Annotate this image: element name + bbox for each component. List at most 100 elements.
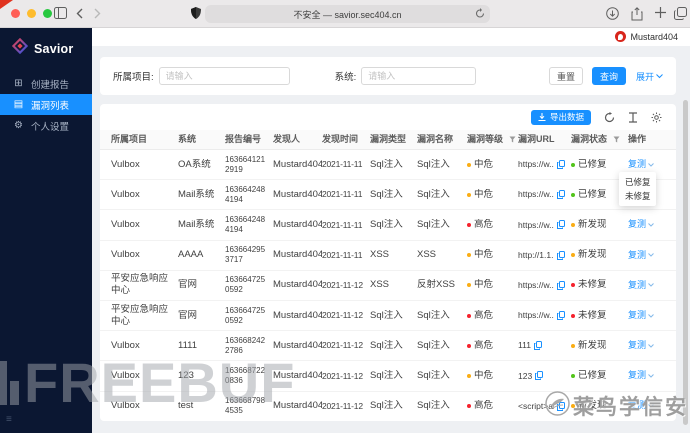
retest-link[interactable]: 复测: [628, 280, 662, 291]
copy-icon[interactable]: [557, 311, 565, 321]
retest-link[interactable]: 复测: [628, 159, 662, 170]
cell-finder: Mustard404: [273, 158, 322, 170]
level-dot: [467, 373, 471, 378]
expand-filters-link[interactable]: 展开: [636, 70, 663, 83]
cell-system: OA系统: [178, 158, 211, 170]
retest-dropdown-menu: 已修复 未修复: [619, 172, 656, 206]
sidebar-item-personal-settings[interactable]: ⚙ 个人设置: [0, 115, 92, 136]
copy-icon[interactable]: [557, 250, 565, 260]
cell-project: Vulbox: [111, 158, 140, 170]
dropdown-item-unfixed[interactable]: 未修复: [619, 189, 656, 203]
table-row: Vulbox OA系统 1636641212919 Mustard404 202…: [100, 150, 676, 181]
cell-type: XSS: [370, 249, 390, 261]
cell-level: 高危: [467, 310, 518, 322]
status-dot: [571, 373, 575, 378]
brand-name: Savior: [34, 41, 74, 56]
tab-overview-icon[interactable]: [674, 7, 687, 20]
copy-icon[interactable]: [535, 371, 544, 381]
sidebar-item-label: 创建报告: [31, 79, 70, 91]
chevron-down-icon: [648, 404, 654, 408]
filter-bar: 所属项目: 系统: 重置 查询 展开: [100, 57, 676, 95]
user-menu[interactable]: Mustard404: [615, 31, 678, 42]
chevron-down-icon: [648, 283, 654, 288]
cell-system: Mail系统: [178, 188, 215, 200]
screen: 不安全 — savior.sec404.cn Savior ⊞ 创建报告 ▤ 漏…: [0, 0, 690, 433]
table-row: 平安应急响应中心 官网 1636647250592 Mustard404 202…: [100, 301, 676, 332]
cell-project: Vulbox: [111, 369, 140, 381]
query-button[interactable]: 查询: [591, 67, 626, 85]
cell-url: https://w...: [518, 159, 571, 170]
share-icon[interactable]: [631, 7, 643, 21]
cell-name: Sql注入: [417, 309, 450, 321]
table-row: Vulbox test 1636687984535 Mustard404 202…: [100, 392, 676, 421]
density-icon[interactable]: [628, 111, 638, 123]
cell-found-time: 2021-11-12: [322, 280, 363, 291]
refresh-icon[interactable]: [604, 111, 615, 123]
cell-project: 平安应急响应中心: [111, 273, 169, 297]
address-bar[interactable]: 不安全 — savior.sec404.cn: [205, 5, 490, 23]
retest-link[interactable]: 复测: [628, 219, 662, 230]
cell-report-no: 1636642484194: [225, 184, 266, 204]
retest-link[interactable]: 复测: [628, 340, 662, 351]
cell-action: 复测: [628, 400, 668, 411]
retest-link[interactable]: 复测: [628, 370, 662, 381]
forward-button[interactable]: [94, 8, 101, 19]
cell-project: Vulbox: [111, 249, 140, 261]
level-dot: [467, 162, 471, 167]
sidebar-toggle-icon[interactable]: [54, 7, 67, 19]
reset-button[interactable]: 重置: [548, 67, 583, 85]
cell-finder: Mustard404: [273, 188, 322, 200]
system-filter-input[interactable]: [361, 67, 477, 85]
reload-page-icon[interactable]: [475, 8, 485, 19]
user-name: Mustard404: [630, 31, 678, 42]
col-header-action: 操作: [628, 133, 647, 144]
chevron-down-icon: [648, 374, 654, 378]
cell-found-time: 2021-11-12: [322, 400, 363, 411]
dropdown-item-fixed[interactable]: 已修复: [619, 175, 656, 189]
copy-icon[interactable]: [557, 220, 565, 230]
status-filter-funnel-icon[interactable]: [613, 136, 620, 143]
retest-link[interactable]: 复测: [628, 310, 662, 321]
cell-report-no: 1636647250592: [225, 275, 266, 295]
copy-icon[interactable]: [533, 341, 542, 351]
level-dot: [467, 404, 471, 409]
chevron-down-icon: [648, 223, 654, 227]
zoom-window-button[interactable]: [43, 9, 52, 18]
close-window-button[interactable]: [11, 9, 20, 18]
level-dot: [467, 343, 471, 348]
cell-type: XSS: [370, 279, 390, 291]
minimize-window-button[interactable]: [27, 9, 36, 18]
cell-action: 复测: [628, 280, 668, 291]
window-controls: [11, 9, 52, 18]
chevron-down-icon: [648, 313, 654, 318]
downloads-icon[interactable]: [606, 7, 619, 20]
privacy-shield-icon[interactable]: [191, 7, 201, 19]
project-filter-input[interactable]: [158, 67, 290, 85]
retest-link[interactable]: 复测: [628, 250, 662, 261]
new-tab-icon[interactable]: [654, 6, 667, 19]
retest-link[interactable]: 复测: [628, 400, 662, 411]
level-filter-funnel-icon[interactable]: [509, 136, 516, 143]
level-dot: [467, 283, 471, 288]
cell-report-no: 1636642484194: [225, 214, 266, 234]
export-data-button[interactable]: 导出数据: [530, 109, 591, 125]
sidebar-collapse-icon[interactable]: ≡: [6, 414, 12, 425]
status-dot: [571, 343, 575, 348]
cell-name: Sql注入: [417, 400, 450, 412]
col-header-report-no: 报告编号: [225, 133, 262, 144]
copy-icon[interactable]: [557, 401, 565, 411]
status-dot: [571, 162, 575, 167]
table-toolbar: 导出数据: [100, 104, 676, 130]
cell-found-time: 2021-11-12: [322, 340, 363, 351]
cell-level: 中危: [467, 279, 518, 291]
copy-icon[interactable]: [557, 190, 565, 200]
sidebar-item-create-report[interactable]: ⊞ 创建报告: [0, 73, 92, 94]
copy-icon[interactable]: [557, 160, 565, 170]
back-button[interactable]: [76, 8, 83, 19]
level-dot: [467, 192, 471, 197]
page-scrollbar[interactable]: [683, 100, 688, 425]
column-settings-icon[interactable]: [651, 112, 662, 123]
table-row: Vulbox 1111 1636682422786 Mustard404 202…: [100, 331, 676, 362]
sidebar-item-vuln-list[interactable]: ▤ 漏洞列表: [0, 94, 92, 115]
copy-icon[interactable]: [557, 280, 565, 290]
